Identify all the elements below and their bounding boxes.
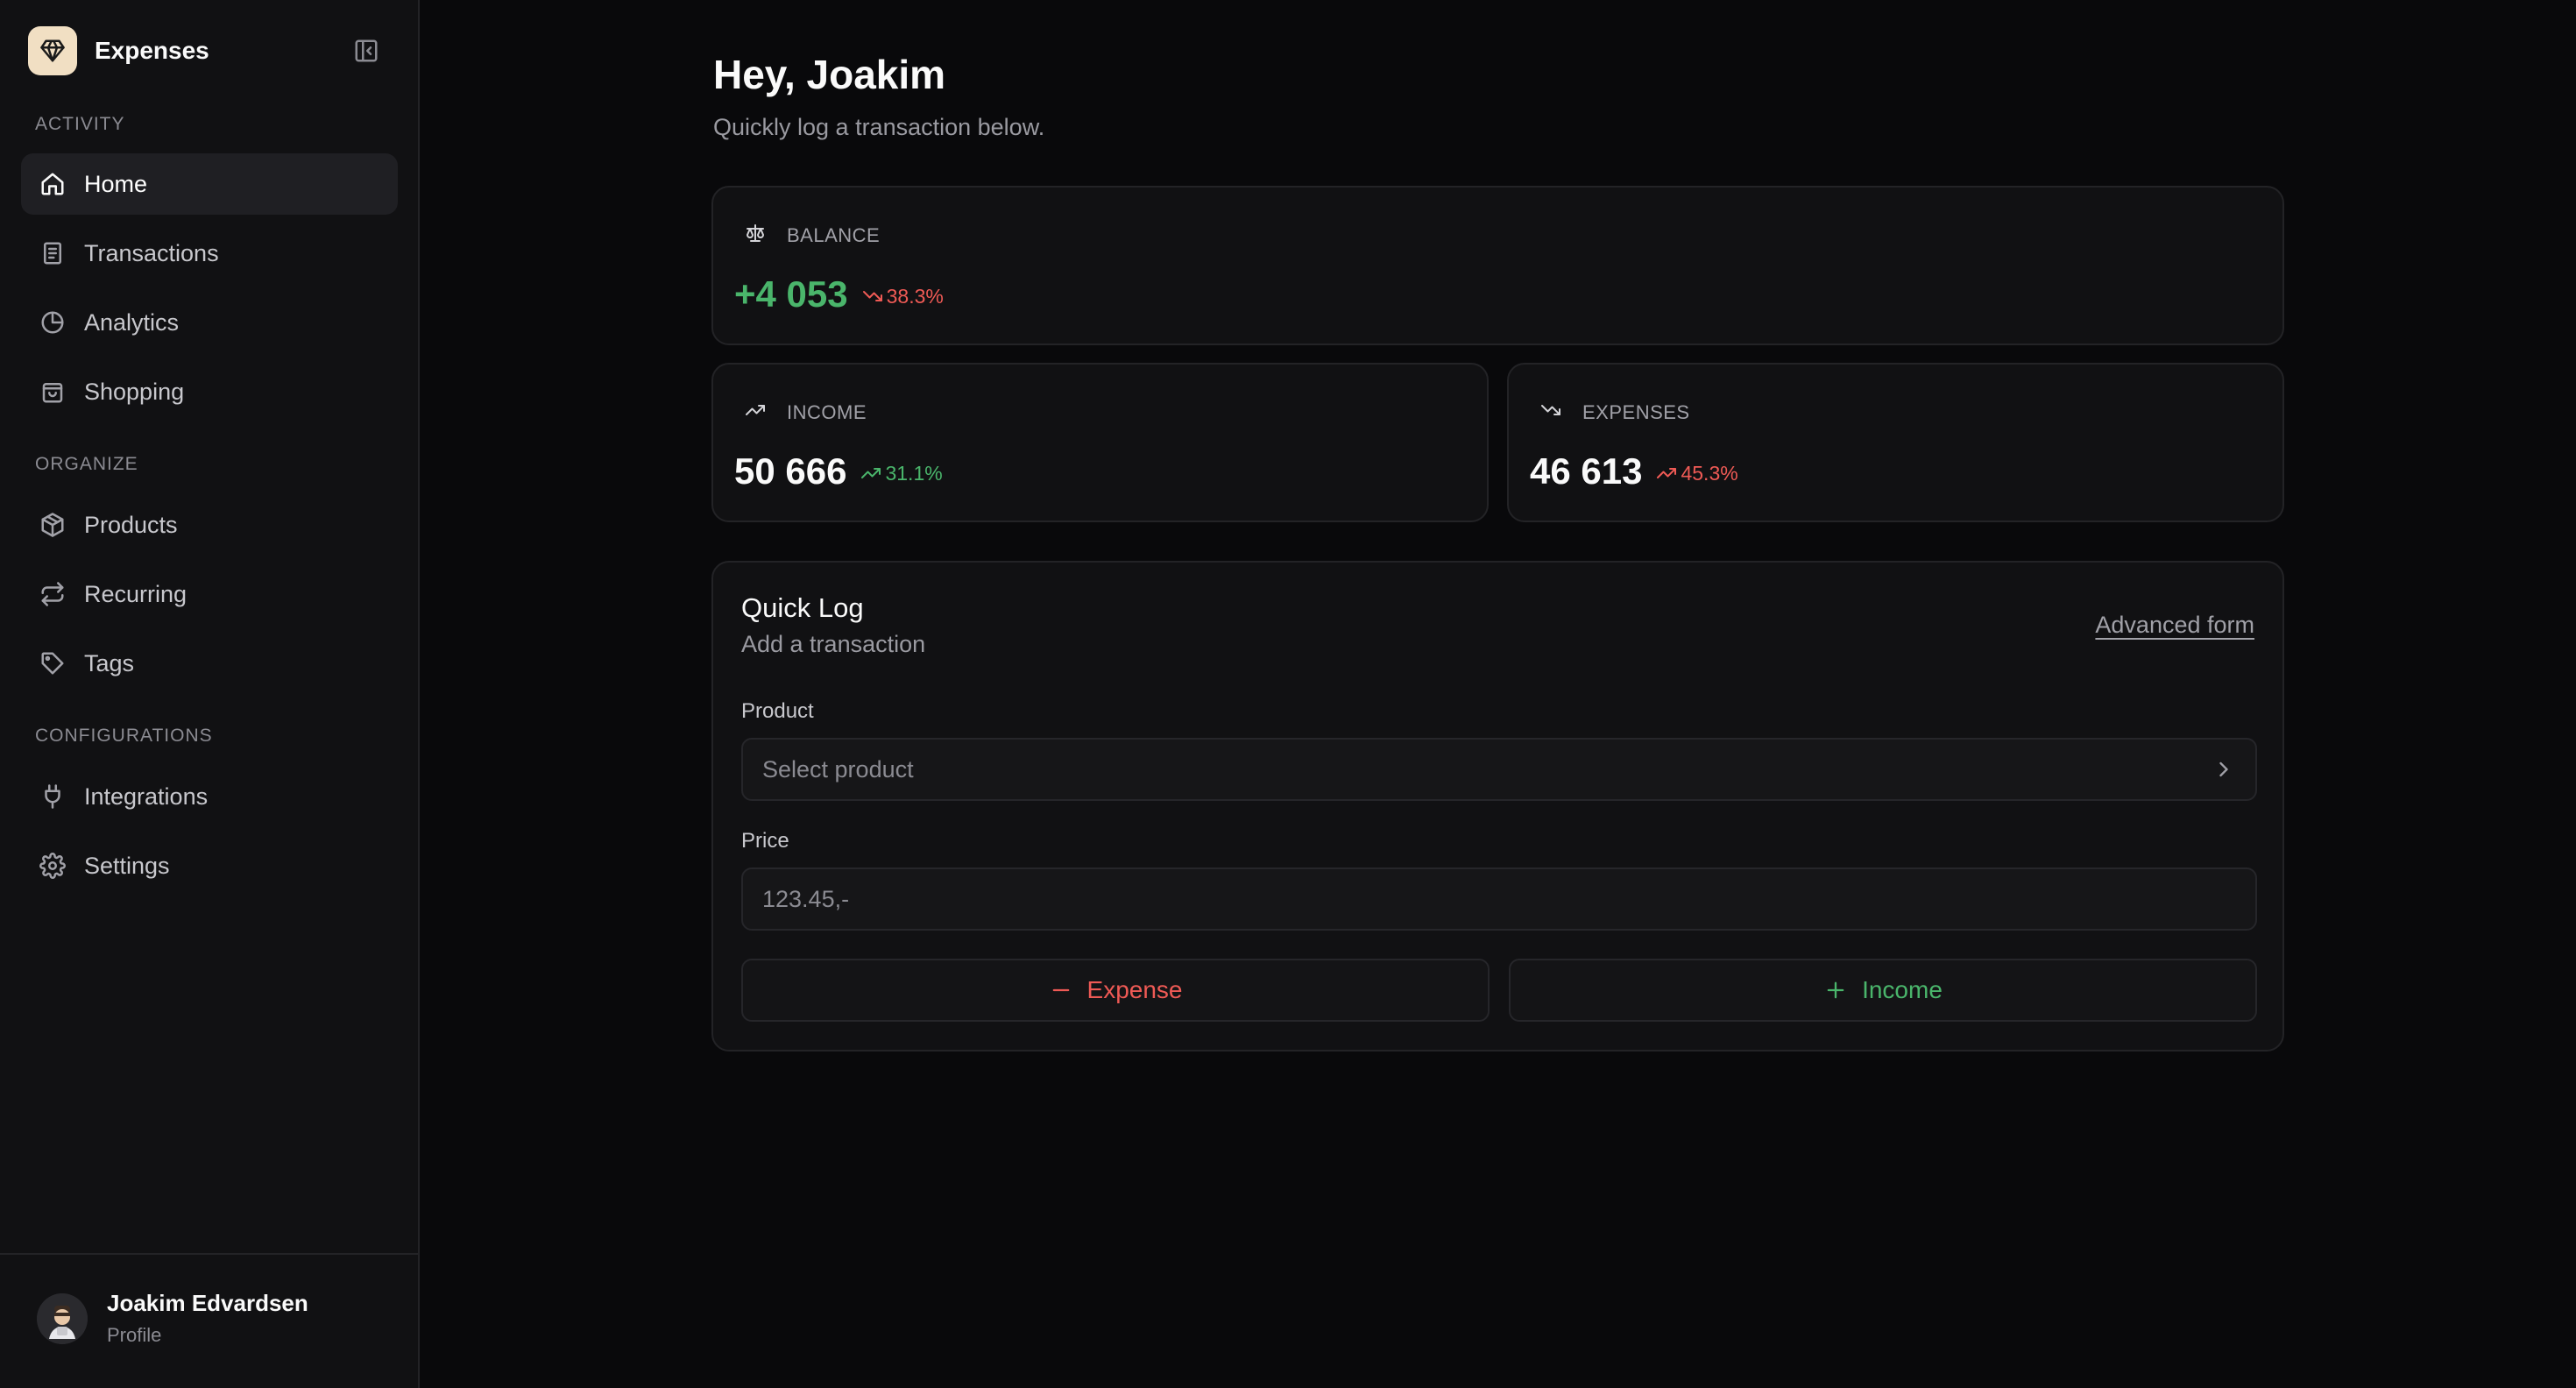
scale-icon [745, 223, 766, 248]
expense-button[interactable]: Expense [741, 959, 1490, 1022]
profile-button[interactable]: Joakim Edvardsen Profile [37, 1290, 308, 1347]
brand[interactable]: Expenses [28, 26, 209, 75]
pie-chart-icon [39, 308, 67, 336]
balance-card: BALANCE +4 053 38.3% [711, 186, 2284, 345]
sidebar: Expenses ACTIVITY Home Transactions Anal… [0, 0, 420, 1388]
balance-value: +4 053 [734, 273, 848, 315]
income-value: 50 666 [734, 450, 847, 492]
trending-up-icon [745, 400, 766, 425]
sidebar-item-label: Transactions [84, 239, 219, 266]
income-delta-value: 31.1% [885, 461, 943, 485]
home-icon [39, 170, 67, 198]
expenses-value: 46 613 [1530, 450, 1643, 492]
section-label-configurations: CONFIGURATIONS [35, 726, 213, 746]
trending-down-icon [862, 291, 882, 301]
product-label: Product [741, 699, 814, 723]
expenses-label: EXPENSES [1582, 400, 1690, 423]
price-label: Price [741, 829, 789, 853]
trending-down-icon [1540, 400, 1561, 425]
price-field[interactable] [741, 868, 2257, 931]
page-title: Hey, Joakim [713, 52, 946, 97]
price-input[interactable] [762, 885, 2255, 913]
expenses-delta-value: 45.3% [1681, 461, 1738, 485]
gear-icon [39, 852, 67, 880]
trending-up-icon [861, 468, 881, 478]
sidebar-item-recurring[interactable]: Recurring [21, 563, 398, 625]
sidebar-item-home[interactable]: Home [21, 153, 398, 215]
sidebar-item-transactions[interactable]: Transactions [21, 223, 398, 284]
income-label: INCOME [787, 400, 867, 423]
advanced-form-link[interactable]: Advanced form [2095, 612, 2254, 639]
plug-icon [39, 783, 67, 811]
plus-icon [1827, 981, 1844, 999]
quick-log-card: Quick Log Add a transaction Advanced for… [711, 561, 2284, 1052]
repeat-icon [39, 580, 67, 608]
package-icon [39, 511, 67, 539]
sidebar-item-label: Products [84, 511, 178, 538]
expenses-delta: 45.3% [1656, 461, 1738, 485]
balance-delta: 38.3% [862, 285, 944, 308]
sidebar-item-label: Recurring [84, 580, 188, 607]
expense-button-label: Expense [1086, 976, 1183, 1003]
income-delta: 31.1% [860, 461, 943, 485]
product-select-placeholder: Select product [762, 755, 914, 783]
avatar [37, 1292, 88, 1344]
trending-up-icon [1657, 468, 1677, 478]
section-label-organize: ORGANIZE [35, 454, 138, 474]
app-name: Expenses [95, 37, 209, 64]
sidebar-item-label: Settings [84, 852, 170, 879]
panel-left-icon [355, 39, 378, 62]
income-button[interactable]: Income [1509, 959, 2257, 1022]
divider [0, 1253, 420, 1255]
sidebar-item-shopping[interactable]: Shopping [21, 361, 398, 422]
shopping-bag-icon [39, 378, 67, 406]
sidebar-item-integrations[interactable]: Integrations [21, 766, 398, 827]
tag-icon [39, 649, 67, 677]
income-button-label: Income [1862, 976, 1943, 1003]
chevron-right-icon [2212, 757, 2236, 788]
sidebar-item-label: Shopping [84, 378, 185, 405]
income-card: INCOME 50 666 31.1% [711, 363, 1489, 522]
sidebar-item-label: Home [84, 170, 148, 197]
profile-subtitle: Profile [107, 1324, 162, 1346]
sidebar-item-label: Analytics [84, 308, 180, 336]
sidebar-item-tags[interactable]: Tags [21, 633, 398, 694]
product-select[interactable]: Select product [741, 738, 2257, 801]
balance-delta-value: 38.3% [886, 284, 944, 308]
balance-label: BALANCE [787, 223, 881, 246]
page-subtitle: Quickly log a transaction below. [713, 114, 1045, 140]
sidebar-item-products[interactable]: Products [21, 494, 398, 556]
sidebar-toggle-button[interactable] [350, 35, 382, 67]
quick-log-title: Quick Log [741, 592, 864, 623]
minus-icon [1052, 988, 1069, 992]
section-label-activity: ACTIVITY [35, 114, 125, 134]
quick-log-subtitle: Add a transaction [741, 631, 926, 657]
profile-name: Joakim Edvardsen [107, 1290, 308, 1316]
receipt-icon [39, 239, 67, 267]
sidebar-item-settings[interactable]: Settings [21, 835, 398, 896]
expenses-card: EXPENSES 46 613 45.3% [1507, 363, 2284, 522]
sidebar-item-label: Tags [84, 649, 135, 676]
sidebar-item-analytics[interactable]: Analytics [21, 292, 398, 353]
diamond-logo-icon [28, 26, 77, 75]
sidebar-item-label: Integrations [84, 783, 209, 810]
